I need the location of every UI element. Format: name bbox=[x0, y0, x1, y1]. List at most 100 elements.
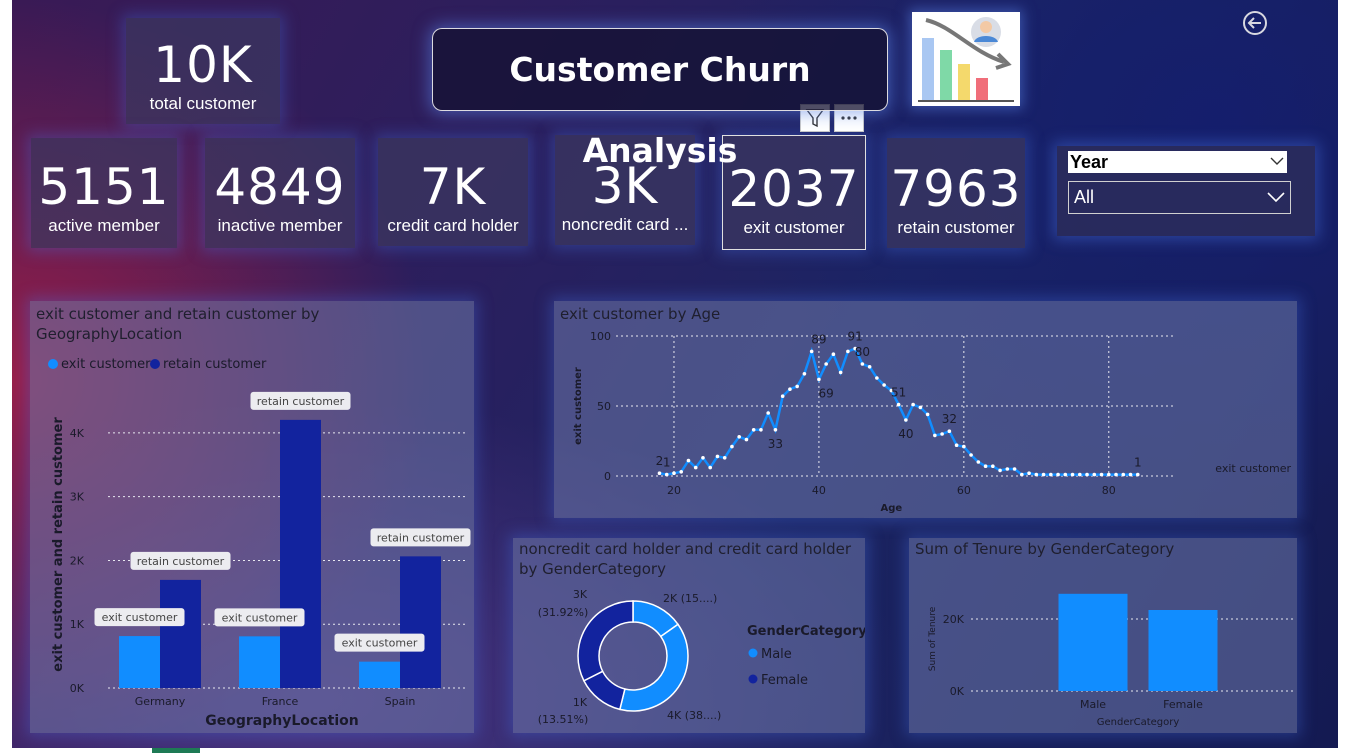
data-point bbox=[730, 444, 734, 449]
data-point bbox=[947, 429, 952, 433]
data-point bbox=[918, 405, 923, 410]
data-label: 91 bbox=[848, 330, 863, 344]
data-point bbox=[1049, 472, 1053, 477]
legend-marker-retain bbox=[150, 359, 160, 369]
data-label: 1 bbox=[663, 456, 671, 470]
slicer-label: Year bbox=[1070, 152, 1109, 172]
x-tick-label: Male bbox=[1080, 698, 1106, 711]
data-point bbox=[744, 437, 749, 442]
age-chart-svg: 0 50 100 20 40 60 80 exit customer Age exit custo… bbox=[573, 330, 1291, 514]
page-tab-indicator bbox=[152, 748, 200, 753]
data-label-retain: retain customer bbox=[377, 531, 465, 544]
data-label-retain: retain customer bbox=[137, 555, 225, 568]
data-point bbox=[664, 472, 669, 477]
bar-retain bbox=[160, 579, 201, 688]
y-tick-label: 4K bbox=[70, 427, 85, 440]
data-label-retain: retain customer bbox=[257, 395, 345, 408]
data-point bbox=[1135, 472, 1140, 477]
data-label: 1 bbox=[1134, 456, 1142, 470]
data-label: 32 bbox=[942, 412, 957, 426]
bar-tenure bbox=[1058, 593, 1128, 691]
donut-chart-svg: 3K (31.92%) 2K (15....) 1K (13.51%) 4K (38...… bbox=[538, 588, 865, 726]
data-point bbox=[904, 418, 908, 422]
data-point bbox=[991, 464, 995, 468]
bar-retain bbox=[280, 419, 321, 688]
data-label: 69 bbox=[819, 386, 834, 400]
data-point bbox=[1121, 472, 1126, 477]
data-point bbox=[802, 372, 807, 376]
year-dropdown[interactable]: All bbox=[1068, 181, 1291, 214]
x-tick-label: Spain bbox=[385, 695, 416, 708]
slice-label: 4K (38....) bbox=[667, 709, 721, 722]
kpi-inactive-member: 4849 inactive member bbox=[205, 138, 355, 248]
data-point bbox=[860, 362, 865, 366]
kpi-label: exit customer bbox=[743, 218, 845, 237]
data-label: 80 bbox=[855, 345, 870, 359]
y-axis-title: Sum of Tenure bbox=[928, 606, 938, 671]
data-point bbox=[838, 370, 843, 375]
data-point bbox=[1114, 472, 1118, 477]
legend-marker-female bbox=[748, 674, 758, 684]
x-axis-title: Age bbox=[881, 503, 903, 514]
y-axis-title: exit customer bbox=[573, 367, 584, 445]
data-point bbox=[1034, 472, 1039, 477]
data-label-exit: exit customer bbox=[102, 611, 178, 624]
y-tick-label: 50 bbox=[597, 400, 611, 413]
churn-chart-logo-icon bbox=[912, 12, 1020, 106]
data-point bbox=[809, 349, 814, 354]
slice-label: (13.51%) bbox=[538, 713, 589, 726]
data-point bbox=[954, 443, 959, 447]
data-point bbox=[831, 352, 836, 356]
y-tick-label: 2K bbox=[70, 554, 85, 567]
legend-label-male: Male bbox=[761, 647, 792, 662]
x-tick-label: 60 bbox=[957, 484, 971, 497]
legend-label-female: Female bbox=[761, 673, 808, 688]
data-label-exit: exit customer bbox=[342, 637, 418, 650]
kpi-exit-customer[interactable]: 2037 exit customer bbox=[722, 135, 866, 250]
data-point bbox=[693, 465, 698, 470]
back-arrow-icon[interactable] bbox=[1242, 10, 1268, 36]
data-point bbox=[940, 432, 944, 436]
slice-label: 3K bbox=[573, 588, 588, 601]
data-point bbox=[1041, 472, 1046, 477]
data-point bbox=[1070, 472, 1075, 477]
data-point bbox=[1092, 472, 1097, 477]
data-label: 33 bbox=[768, 437, 783, 451]
y-tick-label: 100 bbox=[590, 330, 611, 343]
data-point bbox=[896, 402, 901, 407]
data-point bbox=[686, 458, 691, 463]
kpi-label: inactive member bbox=[217, 216, 343, 235]
bar-exit bbox=[359, 661, 400, 688]
data-point bbox=[976, 460, 981, 464]
kpi-label: noncredit card ... bbox=[561, 215, 689, 234]
year-dropdown-value: All bbox=[1074, 187, 1095, 207]
y-tick-label: 0 bbox=[604, 470, 611, 483]
data-point bbox=[1056, 472, 1060, 477]
data-point bbox=[1027, 471, 1031, 475]
x-axis-title: GenderCategory bbox=[1097, 717, 1180, 728]
kpi-value: 10K bbox=[153, 36, 253, 94]
chevron-down-icon[interactable] bbox=[1269, 154, 1285, 168]
data-point bbox=[1012, 467, 1017, 471]
data-point bbox=[788, 387, 792, 391]
year-slicer: Year All bbox=[1057, 146, 1315, 236]
data-point bbox=[701, 456, 705, 460]
data-point bbox=[875, 376, 879, 380]
geo-chart-panel: exit customer and retain customer by Geo… bbox=[30, 301, 474, 733]
data-point bbox=[925, 412, 930, 417]
data-point bbox=[824, 362, 828, 366]
data-point bbox=[983, 464, 988, 468]
slicer-header: Year bbox=[1068, 151, 1287, 173]
slice-label: (31.92%) bbox=[538, 606, 589, 619]
data-point bbox=[933, 433, 937, 438]
kpi-retain-customer: 7963 retain customer bbox=[887, 138, 1025, 248]
data-point bbox=[1099, 472, 1104, 477]
data-point bbox=[962, 444, 966, 449]
legend-marker-male bbox=[748, 648, 758, 658]
kpi-total-customer: 10K total customer bbox=[126, 18, 280, 124]
data-point bbox=[657, 471, 662, 475]
kpi-value: 7963 bbox=[890, 160, 1022, 218]
slice-label: 2K (15....) bbox=[663, 592, 717, 605]
bar-exit bbox=[239, 636, 280, 688]
data-point bbox=[679, 470, 684, 474]
